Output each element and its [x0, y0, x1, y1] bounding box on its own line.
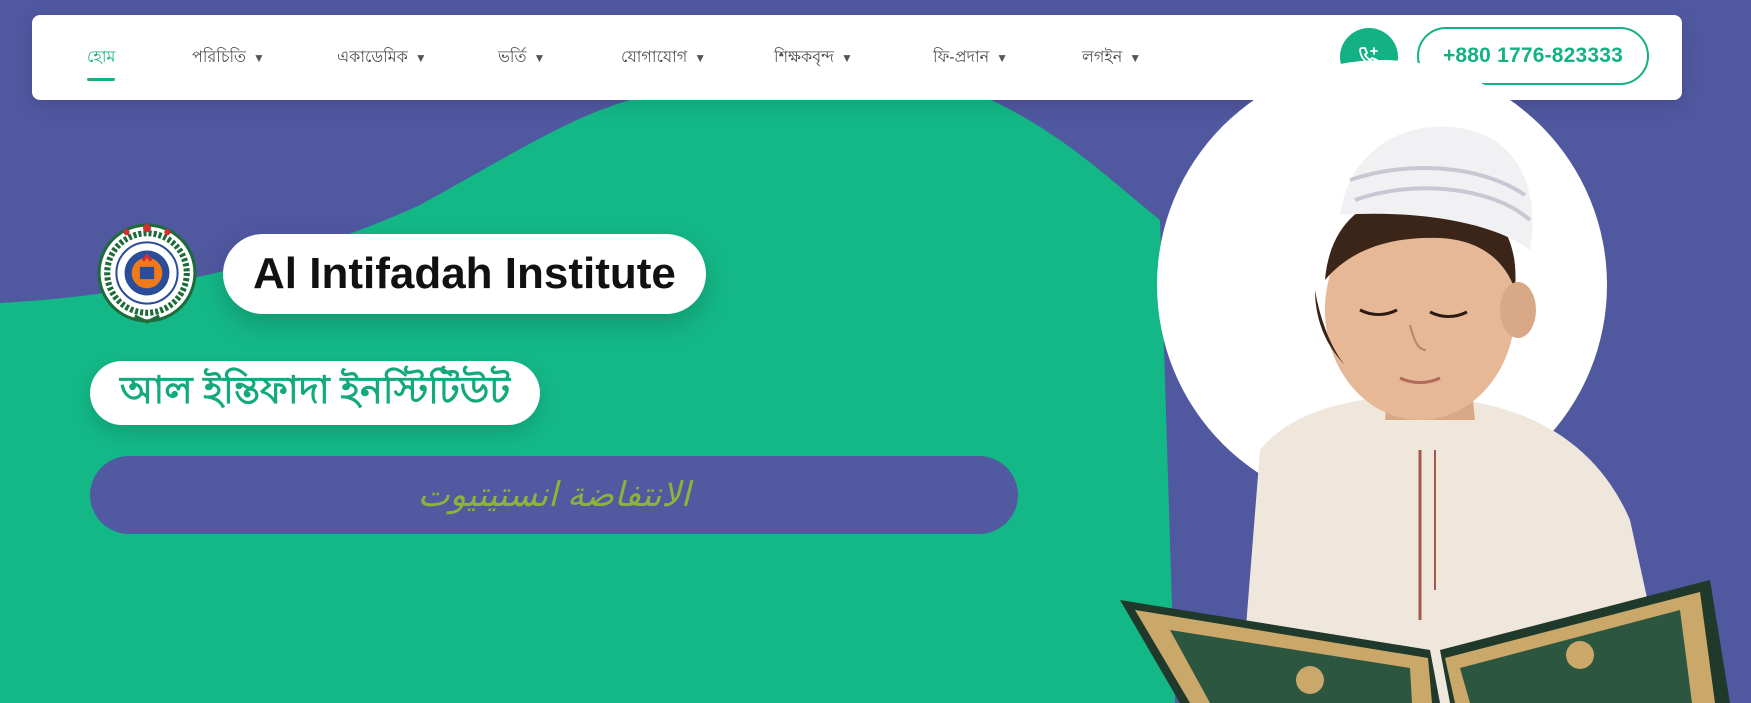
nav-academic-label: একাডেমিক — [337, 49, 408, 66]
chevron-down-icon: ▼ — [840, 50, 853, 65]
chevron-down-icon: ▼ — [996, 50, 1009, 65]
nav-home[interactable]: হোম — [87, 15, 116, 100]
nav-teachers[interactable]: শিক্ষকবৃন্দ ▼ — [774, 15, 853, 100]
chevron-down-icon: ▼ — [533, 50, 546, 65]
title-arabic-pill: الانتفاضة انستيتيوت — [90, 456, 1018, 534]
chevron-down-icon: ▼ — [414, 50, 427, 65]
phone-number-text: +880 1776-823333 — [1442, 44, 1624, 67]
title-bangla-pill: আল ইন্তিফাদা ইনস্টিটিউট — [90, 361, 541, 425]
nav-contact-label: যোগাযোগ — [621, 49, 688, 66]
nav-login-label: লগইন — [1082, 49, 1123, 66]
nav-introduction[interactable]: পরিচিতি ▼ — [192, 15, 265, 100]
chevron-down-icon: ▼ — [253, 50, 265, 65]
chevron-down-icon: ▼ — [694, 50, 707, 65]
chevron-down-icon: ▼ — [1129, 50, 1142, 65]
nav-home-label: হোম — [87, 49, 116, 66]
nav-admission[interactable]: ভর্তি ▼ — [498, 15, 545, 100]
nav-academic[interactable]: একাডেমিক ▼ — [337, 15, 427, 100]
nav-teachers-label: শিক্ষকবৃন্দ — [774, 49, 834, 66]
nav-admission-label: ভর্তি — [498, 49, 527, 66]
title-arabic: الانتفاضة انستيتيوت — [417, 476, 691, 514]
nav-fee-payment-label: ফি-প্রদান — [933, 49, 990, 66]
title-english-pill: Al Intifadah Institute — [223, 234, 706, 314]
nav-introduction-label: পরিচিতি — [192, 49, 247, 66]
nav-contact[interactable]: যোগাযোগ ▼ — [621, 15, 706, 100]
child-reading-quran-image — [1120, 126, 1730, 703]
institute-logo-icon — [97, 223, 197, 324]
nav-login[interactable]: লগইন ▼ — [1082, 15, 1141, 100]
nav-fee-payment[interactable]: ফি-প্রদান ▼ — [933, 15, 1008, 100]
title-english: Al Intifadah Institute — [253, 249, 676, 298]
title-bangla: আল ইন্তিফাদা ইনস্টিটিউট — [120, 370, 511, 412]
